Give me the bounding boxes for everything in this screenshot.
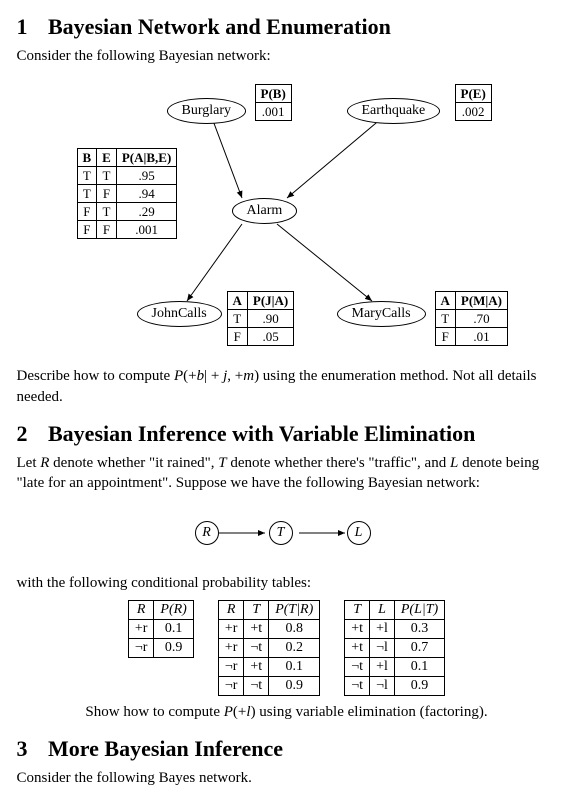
section2-intro: Let R denote whether "it rained", T deno… (17, 453, 557, 494)
bayes-net-figure-1: Burglary Earthquake Alarm JohnCalls Mary… (17, 76, 557, 356)
cpt-b-value: .001 (255, 103, 291, 121)
node-t: T (269, 521, 293, 545)
section3-heading: 3 More Bayesian Inference (17, 736, 557, 762)
cpt-e: P(E) .002 (455, 84, 492, 121)
table-r: RP(R) +r0.1 ¬r0.9 (128, 600, 194, 658)
section2-title: Bayesian Inference with Variable Elimina… (48, 421, 475, 446)
cpt-tables-row: RP(R) +r0.1 ¬r0.9 RTP(T|R) +r+t0.8 +r¬t0… (17, 600, 557, 696)
bayes-net-figure-2: R T L (17, 503, 557, 563)
section1-question: Describe how to compute P(+b| + j, +m) u… (17, 366, 557, 407)
cpt-e-value: .002 (455, 103, 491, 121)
cpt-j: AP(J|A) T.90 F.05 (227, 291, 295, 346)
cpt-a-h1: E (97, 149, 117, 167)
section1-intro: Consider the following Bayesian network: (17, 46, 557, 66)
section3-intro: Consider the following Bayes network. (17, 768, 557, 788)
node-marycalls: MaryCalls (337, 301, 426, 327)
table-tr: RTP(T|R) +r+t0.8 +r¬t0.2 ¬r+t0.1 ¬r¬t0.9 (218, 600, 320, 696)
cpt-b-header: P(B) (255, 85, 291, 103)
node-r: R (195, 521, 219, 545)
section2-question: Show how to compute P(+l) using variable… (17, 702, 557, 722)
section3-title: More Bayesian Inference (48, 736, 283, 761)
table-lt: TLP(L|T) +t+l0.3 +t¬l0.7 ¬t+l0.1 ¬t¬l0.9 (344, 600, 445, 696)
cpt-a-h0: B (77, 149, 97, 167)
cpt-b: P(B) .001 (255, 84, 292, 121)
cpt-m: AP(M|A) T.70 F.01 (435, 291, 509, 346)
section3-number: 3 (17, 736, 43, 762)
section2-number: 2 (17, 421, 43, 447)
cpt-e-header: P(E) (455, 85, 491, 103)
tables-intro: with the following conditional probabili… (17, 573, 557, 593)
section1-number: 1 (17, 14, 43, 40)
section1-heading: 1 Bayesian Network and Enumeration (17, 14, 557, 40)
cpt-a: B E P(A|B,E) TT.95 TF.94 FT.29 FF.001 (77, 148, 178, 239)
cpt-a-h2: P(A|B,E) (116, 149, 176, 167)
section2-heading: 2 Bayesian Inference with Variable Elimi… (17, 421, 557, 447)
section1-title: Bayesian Network and Enumeration (48, 14, 391, 39)
node-johncalls: JohnCalls (137, 301, 222, 327)
node-l: L (347, 521, 371, 545)
